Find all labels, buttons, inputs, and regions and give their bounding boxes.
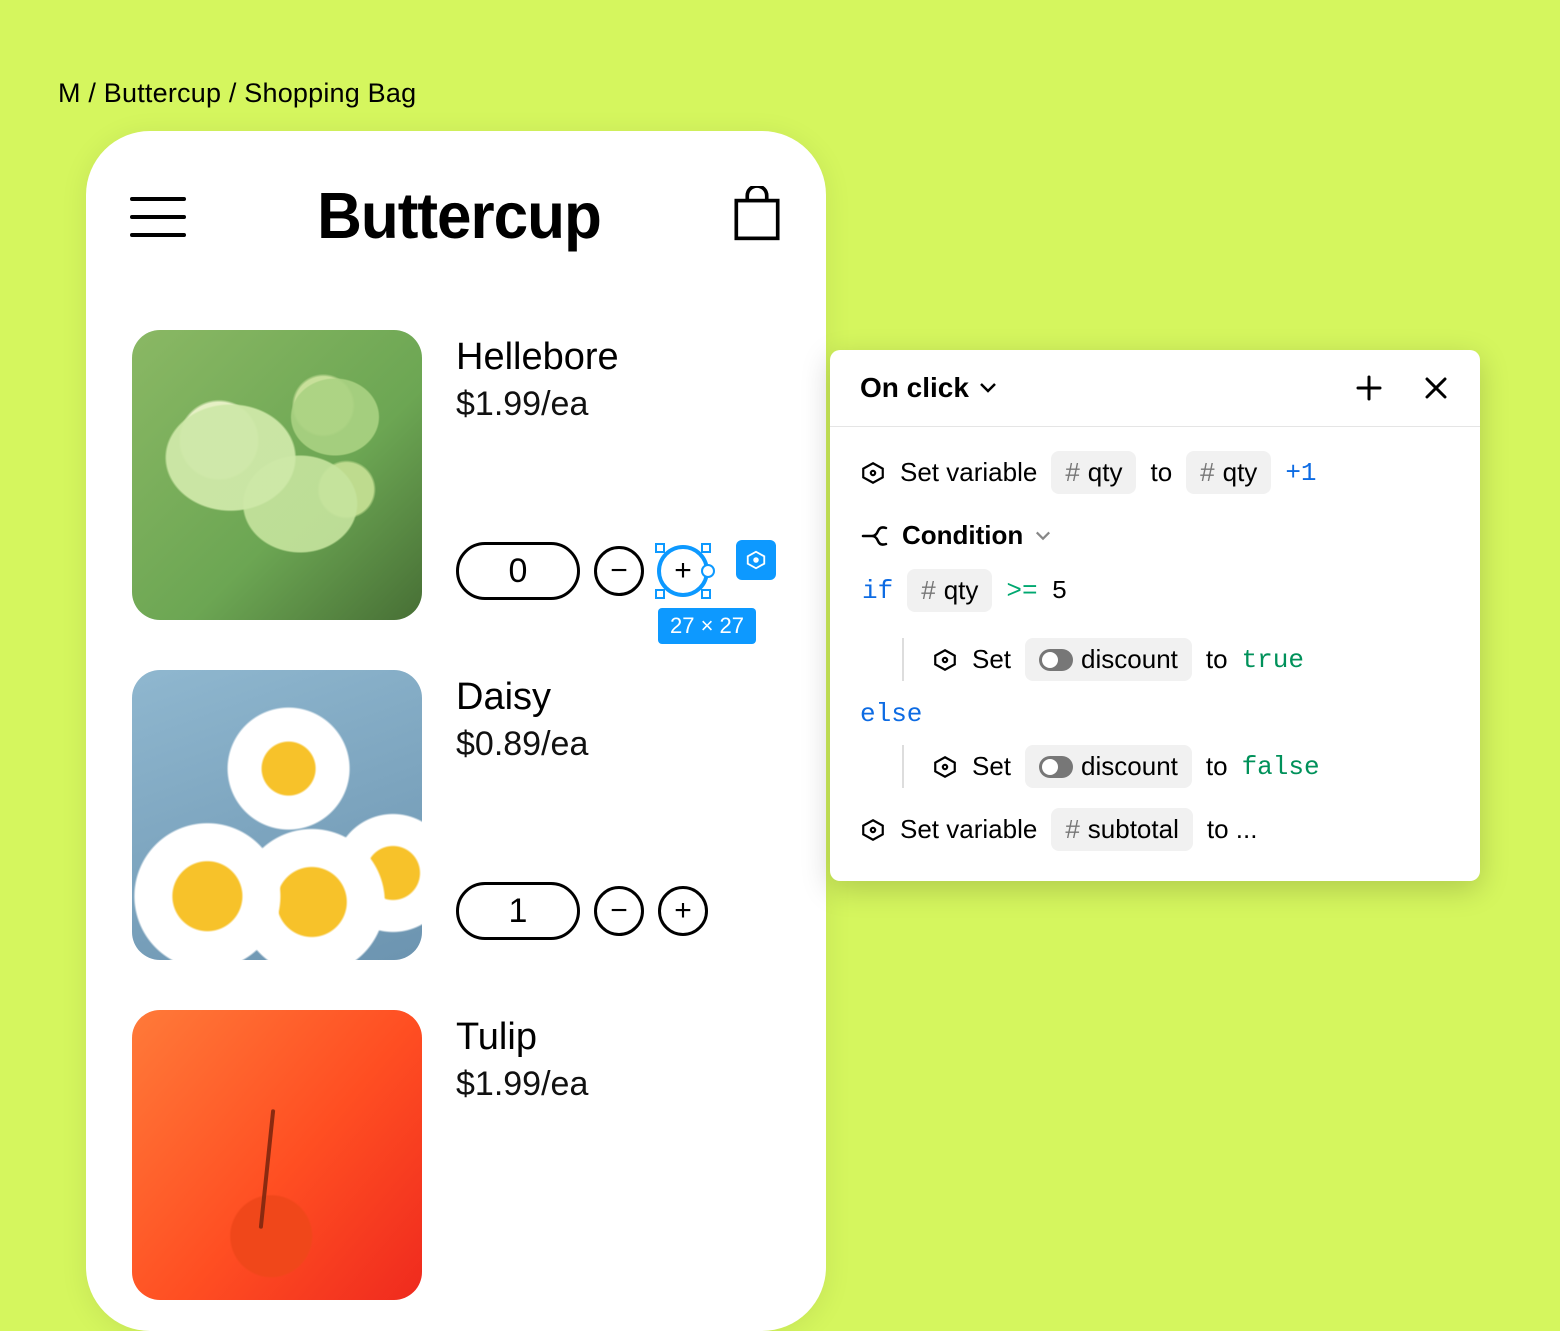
variable-hex-icon — [860, 817, 886, 843]
to-keyword: to — [1150, 457, 1172, 488]
boolean-value[interactable]: true — [1242, 645, 1304, 675]
selection-handle[interactable] — [701, 564, 715, 578]
condition-if-row[interactable]: if #qty >= 5 — [862, 569, 1450, 612]
product-name: Hellebore — [456, 336, 780, 379]
operator[interactable]: >= — [1006, 576, 1037, 606]
variable-chip[interactable]: #qty — [907, 569, 992, 612]
variable-chip[interactable]: #qty — [1051, 451, 1136, 494]
boolean-toggle-icon — [1039, 649, 1073, 671]
variable-chip[interactable]: discount — [1025, 638, 1192, 681]
action-label: Set — [972, 751, 1011, 782]
prototype-action-icon[interactable] — [736, 540, 776, 580]
selection-handle[interactable] — [655, 589, 665, 599]
product-price: $0.89/ea — [456, 725, 780, 764]
variable-hex-icon — [932, 754, 958, 780]
boolean-value[interactable]: false — [1242, 752, 1320, 782]
close-icon[interactable] — [1422, 374, 1450, 402]
action-label: Set variable — [900, 814, 1037, 845]
product-price: $1.99/ea — [456, 385, 780, 424]
action-label: Set — [972, 644, 1011, 675]
action-set-variable[interactable]: Set discount to true — [932, 638, 1450, 681]
product-price: $1.99/ea — [456, 1065, 780, 1104]
variable-chip[interactable]: #qty — [1186, 451, 1271, 494]
variable-hex-icon — [932, 647, 958, 673]
cart-item: Tulip $1.99/ea — [132, 1010, 780, 1300]
else-branch: Set discount to false — [902, 745, 1450, 788]
quantity-value: 1 — [456, 882, 580, 940]
product-name: Daisy — [456, 676, 780, 719]
chevron-down-icon — [979, 382, 997, 394]
to-keyword: to — [1206, 644, 1228, 675]
app-title: Buttercup — [317, 179, 601, 254]
action-set-variable[interactable]: Set discount to false — [932, 745, 1450, 788]
condition-header[interactable]: Condition — [860, 520, 1450, 551]
expression-suffix[interactable]: +1 — [1285, 458, 1316, 488]
product-image — [132, 670, 422, 960]
increment-button[interactable]: + — [658, 886, 708, 936]
trigger-dropdown[interactable]: On click — [860, 372, 997, 404]
else-keyword: else — [860, 699, 922, 729]
if-keyword: if — [862, 576, 893, 606]
variable-chip[interactable]: #subtotal — [1051, 808, 1193, 851]
boolean-toggle-icon — [1039, 756, 1073, 778]
hamburger-icon[interactable] — [130, 197, 186, 237]
chevron-down-icon — [1035, 530, 1051, 542]
breadcrumb[interactable]: M / Buttercup / Shopping Bag — [58, 78, 416, 109]
shopping-bag-icon[interactable] — [732, 186, 782, 247]
condition-rhs[interactable]: 5 — [1052, 576, 1068, 606]
variable-hex-icon — [860, 460, 886, 486]
variable-chip[interactable]: discount — [1025, 745, 1192, 788]
selection-handle[interactable] — [655, 543, 665, 553]
app-header: Buttercup — [126, 181, 786, 252]
decrement-button[interactable]: − — [594, 886, 644, 936]
quantity-value: 0 — [456, 542, 580, 600]
to-keyword: to ... — [1207, 814, 1258, 845]
interactions-panel: On click Set variable #qty to #qty +1 Co… — [830, 350, 1480, 881]
product-name: Tulip — [456, 1016, 780, 1059]
condition-label: Condition — [902, 520, 1023, 551]
action-set-variable[interactable]: Set variable #subtotal to ... — [860, 808, 1450, 851]
cart-item: Daisy $0.89/ea 1 − + — [132, 670, 780, 960]
add-action-icon[interactable] — [1354, 373, 1384, 403]
decrement-button[interactable]: − — [594, 546, 644, 596]
action-set-variable[interactable]: Set variable #qty to #qty +1 — [860, 451, 1450, 494]
cart-item: Hellebore $1.99/ea 0 − + — [132, 330, 780, 620]
product-image — [132, 1010, 422, 1300]
to-keyword: to — [1206, 751, 1228, 782]
product-image — [132, 330, 422, 620]
selection-size-label: 27 × 27 — [658, 608, 756, 644]
trigger-label: On click — [860, 372, 969, 404]
increment-button[interactable]: + — [658, 546, 708, 596]
cart-items: Hellebore $1.99/ea 0 − + — [126, 330, 786, 1300]
device-frame: Buttercup Hellebore $1.99/ea 0 − + — [86, 131, 826, 1331]
then-branch: Set discount to true — [902, 638, 1450, 681]
selection-handle[interactable] — [701, 543, 711, 553]
action-label: Set variable — [900, 457, 1037, 488]
branch-icon — [860, 523, 890, 549]
selection-handle[interactable] — [701, 589, 711, 599]
